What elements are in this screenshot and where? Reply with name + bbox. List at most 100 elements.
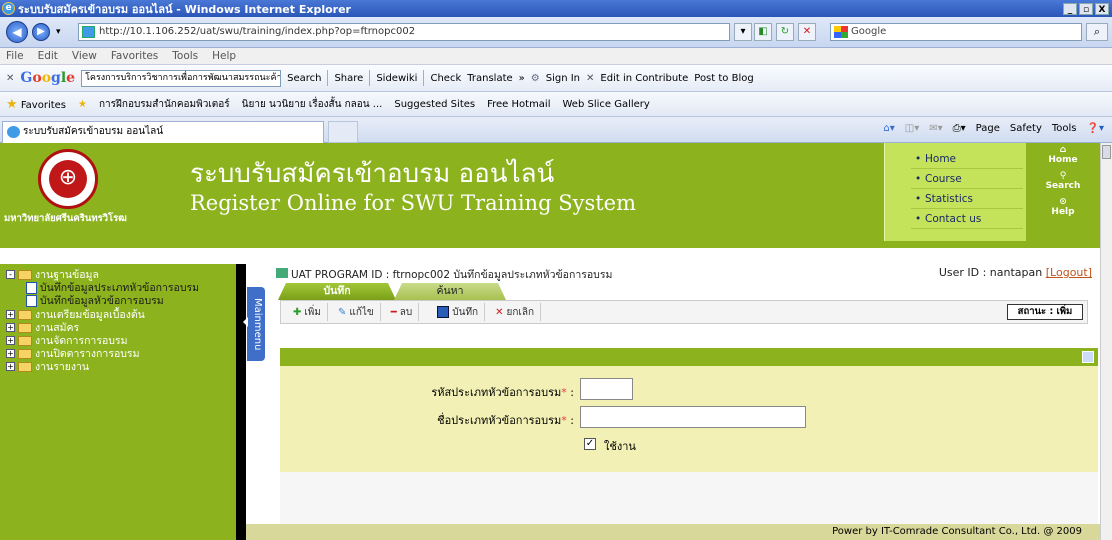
expand-icon: +: [6, 362, 15, 371]
tools-menu[interactable]: Tools: [1052, 123, 1077, 134]
footer: Power by IT-Comrade Consultant Co., Ltd.…: [246, 524, 1100, 540]
new-tab-button[interactable]: [328, 121, 358, 143]
page-scrollbar[interactable]: [1100, 143, 1112, 540]
menu-file[interactable]: File: [6, 50, 24, 62]
translate-button[interactable]: Translate: [467, 73, 512, 84]
nav-home[interactable]: Home: [911, 149, 1023, 169]
wrench-icon[interactable]: ⚙: [531, 73, 540, 84]
more-chevron-icon[interactable]: »: [519, 73, 525, 84]
close-toolbar-icon[interactable]: ✕: [6, 73, 14, 84]
favorites-button[interactable]: ★ Favorites: [6, 97, 66, 112]
address-dropdown-icon[interactable]: ▾: [734, 23, 752, 41]
header-notch: [196, 248, 218, 264]
active-checkbox[interactable]: ✓: [584, 438, 596, 450]
name-input[interactable]: [580, 406, 806, 428]
menu-view[interactable]: View: [72, 50, 97, 62]
back-icon[interactable]: ◀: [6, 21, 28, 43]
code-input[interactable]: [580, 378, 633, 400]
tab-save[interactable]: บันทึก: [278, 283, 396, 300]
cancel-button[interactable]: ✕ ยกเลิก: [489, 303, 542, 321]
nav-contact[interactable]: Contact us: [911, 209, 1023, 229]
help-icon[interactable]: ❓▾: [1087, 123, 1104, 134]
fav-item-novels[interactable]: นิยาย นวนิยาย เรื่องสั้น กลอน ...: [242, 97, 383, 112]
form-toolbar: ✚ เพิ่ม ✎ แก้ไข ━ ลบ บันทึก ✕ ยกเลิก สถานะ :…: [280, 300, 1088, 324]
scrollbar-thumb[interactable]: [1102, 145, 1111, 159]
minus-icon: ━: [390, 306, 397, 318]
nav-course[interactable]: Course: [911, 169, 1023, 189]
add-favorite-icon[interactable]: ★: [78, 99, 87, 110]
share-button[interactable]: Share: [334, 73, 363, 84]
menu-help[interactable]: Help: [212, 50, 236, 62]
menu-edit[interactable]: Edit: [38, 50, 58, 62]
save-button[interactable]: บันทึก: [431, 303, 486, 321]
fav-item-training[interactable]: การฝึกอบรมสำนักคอมพิวเตอร์: [99, 97, 230, 112]
delete-button[interactable]: ━ ลบ: [385, 303, 420, 321]
refresh-icon[interactable]: ↻: [776, 23, 794, 41]
close-google-icon[interactable]: ✕: [586, 73, 594, 84]
sidewiki-button[interactable]: Sidewiki: [376, 73, 417, 84]
form-header: [280, 348, 1098, 366]
logout-link[interactable]: [Logout]: [1046, 266, 1092, 279]
post-blog-button[interactable]: Post to Blog: [694, 73, 753, 84]
active-label: ใช้งาน: [604, 440, 636, 453]
stop-icon[interactable]: ✕: [798, 23, 816, 41]
search-input[interactable]: Google: [830, 23, 1082, 41]
expand-icon: +: [6, 323, 15, 332]
forward-icon[interactable]: ▶: [32, 23, 50, 41]
address-url: http://10.1.106.252/uat/swu/training/ind…: [99, 26, 416, 37]
google-logo: Google: [20, 70, 76, 86]
feeds-icon[interactable]: ◫▾: [905, 123, 919, 134]
expand-icon: +: [6, 336, 15, 345]
folder-icon: [18, 309, 32, 320]
sign-in-button[interactable]: Sign In: [546, 73, 580, 84]
tree-item-report[interactable]: + งานรายงาน: [6, 360, 89, 373]
side-search[interactable]: ⚲ Search: [1026, 169, 1100, 191]
google-search-button[interactable]: Search: [287, 73, 321, 84]
compat-view-icon[interactable]: ◧: [754, 23, 772, 41]
program-icon: [276, 268, 288, 278]
x-icon: ✕: [495, 306, 504, 318]
add-button[interactable]: ✚ เพิ่ม: [287, 303, 328, 321]
mainmenu-toggle[interactable]: Mainmenu: [243, 287, 265, 361]
mail-icon[interactable]: ✉▾: [929, 123, 942, 134]
nav-statistics[interactable]: Statistics: [911, 189, 1023, 209]
edit-contribute-button[interactable]: Edit in Contribute: [600, 73, 688, 84]
page-menu[interactable]: Page: [976, 123, 1000, 134]
google-search-box[interactable]: โครงการบริการวิชาการเพื่อการพัฒนาสมรรถนะ…: [81, 69, 282, 87]
edit-button[interactable]: ✎ แก้ไข: [332, 303, 381, 321]
address-bar[interactable]: http://10.1.106.252/uat/swu/training/ind…: [78, 23, 730, 41]
search-icon[interactable]: ⌕: [1086, 23, 1108, 41]
search-placeholder: Google: [851, 26, 887, 37]
site-title-th: ระบบรับสมัครเข้าอบรม ออนไลน์: [190, 159, 555, 189]
folder-open-icon: [18, 269, 32, 280]
fav-item-webslice[interactable]: Web Slice Gallery: [563, 99, 650, 110]
university-name: มหาวิทยาลัยศรีนครินทรวิโรฒ: [4, 213, 127, 224]
tab-search[interactable]: ค้นหา: [394, 283, 506, 300]
code-label: รหัสประเภทหัวข้อการอบรม* :: [431, 386, 574, 399]
disk-icon: [437, 306, 450, 318]
tab-label: ระบบรับสมัครเข้าอบรม ออนไลน์: [23, 126, 164, 137]
minimize-button[interactable]: _: [1063, 2, 1077, 15]
header-notch: [1040, 248, 1062, 264]
plus-icon: ✚: [293, 306, 302, 318]
side-help[interactable]: ⊙ Help: [1026, 195, 1100, 217]
menu-bar: File Edit View Favorites Tools Help: [0, 48, 1112, 65]
collapse-box-icon[interactable]: [1082, 351, 1094, 363]
menu-tools[interactable]: Tools: [172, 50, 198, 62]
home-icon[interactable]: ⌂▾: [883, 123, 894, 134]
restore-button[interactable]: ▫: [1079, 2, 1093, 15]
safety-menu[interactable]: Safety: [1010, 123, 1042, 134]
site-header: ⊕ มหาวิทยาลัยศรีนครินทรวิโรฒ ระบบรับสมัค…: [0, 143, 1100, 248]
side-home[interactable]: ⌂ Home: [1026, 143, 1100, 165]
history-dropdown-icon[interactable]: ▾: [56, 27, 61, 37]
tab-main[interactable]: ระบบรับสมัครเข้าอบรม ออนไลน์: [2, 121, 324, 143]
close-button[interactable]: X: [1095, 2, 1109, 15]
document-icon: [26, 281, 37, 294]
print-icon[interactable]: ⎙▾: [953, 123, 966, 134]
check-button[interactable]: Check: [430, 73, 461, 84]
fav-item-hotmail[interactable]: Free Hotmail: [487, 99, 550, 110]
menu-favorites[interactable]: Favorites: [111, 50, 158, 62]
page-icon: [82, 26, 95, 38]
header-menu: Home Course Statistics Contact us: [884, 143, 1026, 241]
fav-item-suggested[interactable]: Suggested Sites: [394, 99, 475, 110]
